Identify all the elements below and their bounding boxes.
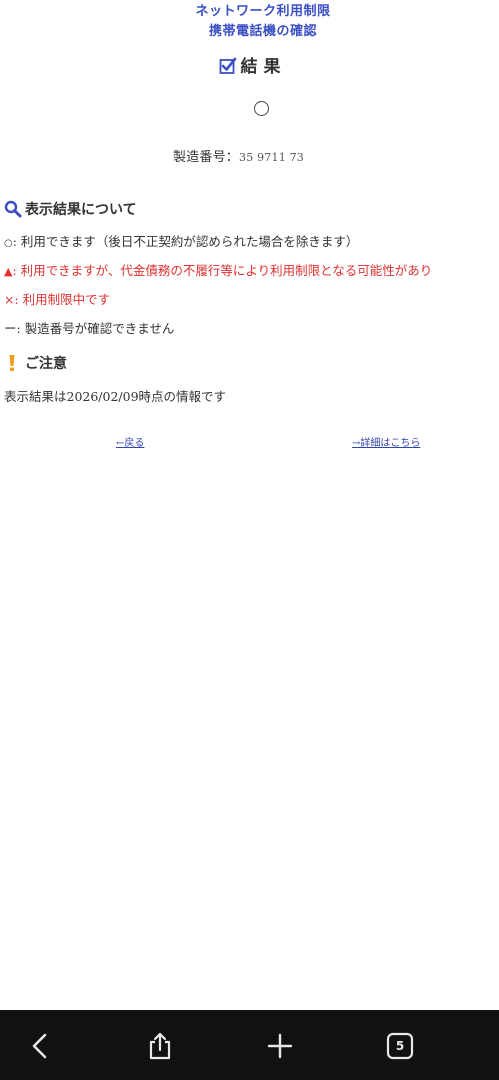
legend-item-restricted: ×: 利用制限中です bbox=[4, 290, 110, 310]
page-content: ネットワーク利用制限 携帯電話機の確認 結 果 製造番号：35 9711 73 … bbox=[0, 0, 499, 1010]
legend-heading: 表示結果について bbox=[4, 199, 137, 221]
result-heading: 結 果 bbox=[0, 54, 499, 80]
tabs-button[interactable]: 5 bbox=[380, 1026, 420, 1066]
page-header: ネットワーク利用制限 携帯電話機の確認 bbox=[0, 2, 499, 42]
notice-heading: ご注意 bbox=[4, 353, 67, 375]
legend-item-caution: ▲: 利用できますが、代金債務の不履行等により利用制限となる可能性があり bbox=[4, 261, 432, 282]
result-circle-mark bbox=[254, 101, 269, 116]
tab-count: 5 bbox=[395, 1039, 405, 1053]
legend-symbol: × bbox=[4, 292, 15, 307]
legend-text: : 製造番号が確認できません bbox=[16, 321, 175, 336]
exclamation-icon bbox=[4, 354, 22, 372]
legend-item-available: ○: 利用できます（後日不正契約が認められた場合を除きます） bbox=[4, 232, 358, 254]
notice-heading-label: ご注意 bbox=[25, 356, 67, 372]
share-icon bbox=[147, 1032, 173, 1060]
share-button[interactable] bbox=[140, 1026, 180, 1066]
legend-symbol: ー bbox=[4, 321, 17, 336]
legend-heading-label: 表示結果について bbox=[25, 202, 137, 218]
details-link[interactable]: →詳細はこちら bbox=[352, 434, 420, 449]
magnifier-icon bbox=[4, 200, 22, 218]
checkbox-checked-icon bbox=[219, 57, 237, 75]
legend-text: : 利用できます（後日不正契約が認められた場合を除きます） bbox=[12, 234, 359, 249]
back-button[interactable] bbox=[20, 1026, 60, 1066]
chevron-left-icon bbox=[29, 1032, 51, 1060]
back-link[interactable]: ←戻る bbox=[116, 434, 144, 449]
legend-item-unknown: ー: 製造番号が確認できません bbox=[4, 319, 174, 339]
serial-number: 製造番号：35 9711 73 bbox=[173, 146, 304, 165]
serial-label: 製造番号： bbox=[173, 150, 240, 165]
header-title-line2: 携帯電話機の確認 bbox=[208, 24, 317, 39]
result-heading-label: 結 果 bbox=[240, 57, 281, 77]
browser-toolbar: 5 bbox=[0, 1010, 499, 1080]
legend-text: : 利用できますが、代金債務の不履行等により利用制限となる可能性があり bbox=[12, 263, 433, 278]
notice-text: 表示結果は2026/02/09時点の情報です bbox=[4, 389, 227, 404]
header-title-line1: ネットワーク利用制限 bbox=[195, 4, 331, 19]
serial-value: 35 9711 73 bbox=[239, 151, 304, 164]
legend-symbol: ○ bbox=[4, 238, 13, 249]
plus-icon bbox=[267, 1033, 293, 1059]
legend-text: : 利用制限中です bbox=[14, 292, 111, 307]
new-tab-button[interactable] bbox=[260, 1026, 300, 1066]
